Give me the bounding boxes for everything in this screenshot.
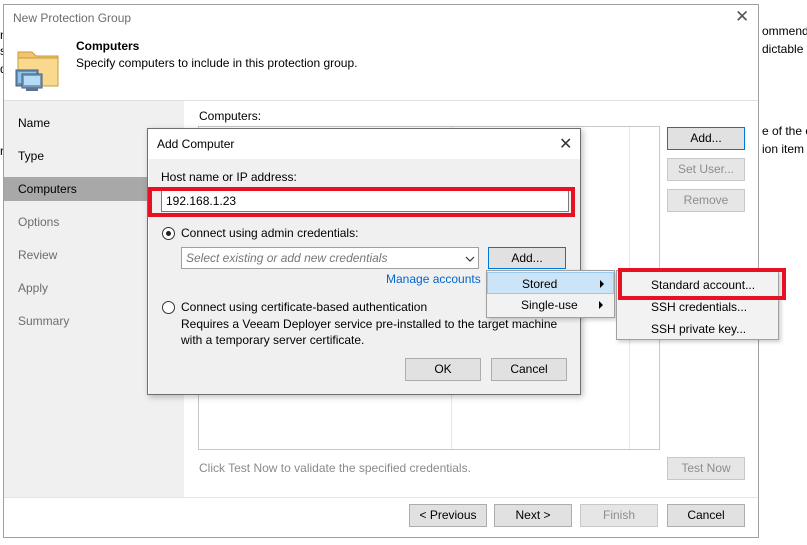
nav-item-options[interactable]: Options: [4, 210, 154, 234]
manage-accounts-link[interactable]: Manage accounts: [386, 272, 481, 286]
host-input[interactable]: 192.168.1.23: [161, 190, 569, 212]
submenu-arrow-icon: [600, 280, 604, 288]
next-button[interactable]: Next >: [494, 504, 572, 527]
nav-item-review[interactable]: Review: [4, 243, 154, 267]
dialog-cancel-button[interactable]: Cancel: [491, 358, 567, 381]
test-now-button[interactable]: Test Now: [667, 457, 745, 480]
standard-account-item[interactable]: Standard account...: [617, 274, 778, 296]
ssh-credentials-item[interactable]: SSH credentials...: [617, 296, 778, 318]
ok-button[interactable]: OK: [405, 358, 481, 381]
chevron-down-icon: [465, 256, 475, 262]
add-computer-button[interactable]: Add...: [667, 127, 745, 150]
admin-credentials-radio[interactable]: [162, 227, 175, 240]
window-title: New Protection Group: [13, 11, 132, 25]
computers-label: Computers:: [199, 109, 262, 123]
bg-text-fragment: ommend: [762, 24, 807, 38]
menu-item-label: Stored: [522, 277, 558, 291]
certificate-description: with a temporary server certificate.: [181, 333, 365, 347]
certificate-auth-label[interactable]: Connect using certificate-based authenti…: [181, 300, 427, 314]
page-subtitle: Specify computers to include in this pro…: [76, 56, 358, 70]
add-credentials-button[interactable]: Add...: [488, 247, 566, 269]
finish-button[interactable]: Finish: [580, 504, 658, 527]
submenu-arrow-icon: [599, 301, 603, 309]
dialog-title: Add Computer: [157, 137, 235, 151]
certificate-auth-radio[interactable]: [162, 301, 175, 314]
computer-folder-icon: [15, 51, 59, 91]
nav-item-apply[interactable]: Apply: [4, 276, 154, 300]
bg-text-fragment: e of the o: [762, 124, 807, 138]
dialog-close-icon[interactable]: ✕: [559, 134, 572, 154]
nav-item-summary[interactable]: Summary: [4, 309, 154, 333]
host-label: Host name or IP address:: [161, 170, 297, 184]
menu-item-stored[interactable]: Stored: [487, 272, 614, 294]
cancel-button[interactable]: Cancel: [667, 504, 745, 527]
menu-item-label: Single-use: [521, 298, 578, 312]
menu-item-single-use[interactable]: Single-use: [487, 294, 614, 316]
test-hint-text: Click Test Now to validate the specified…: [199, 461, 471, 475]
add-computer-dialog: Add Computer ✕ Host name or IP address: …: [147, 128, 581, 395]
bg-text-fragment: dictable t: [762, 42, 807, 56]
add-credentials-menu: Stored Single-use: [486, 270, 615, 318]
set-user-button[interactable]: Set User...: [667, 158, 745, 181]
certificate-description: Requires a Veeam Deployer service pre-in…: [181, 317, 558, 331]
wizard-header: Computers Specify computers to include i…: [4, 32, 758, 100]
page-title: Computers: [76, 39, 140, 53]
close-icon[interactable]: ✕: [735, 7, 749, 27]
nav-item-computers[interactable]: Computers: [4, 177, 154, 201]
stored-credentials-submenu: Standard account... SSH credentials... S…: [616, 270, 779, 340]
nav-item-name[interactable]: Name: [4, 111, 154, 135]
nav-item-type[interactable]: Type: [4, 144, 154, 168]
remove-button[interactable]: Remove: [667, 189, 745, 212]
previous-button[interactable]: < Previous: [409, 504, 487, 527]
bg-text-fragment: ion item: [762, 142, 805, 156]
ssh-private-key-item[interactable]: SSH private key...: [617, 318, 778, 340]
admin-credentials-label[interactable]: Connect using admin credentials:: [181, 226, 358, 240]
credentials-select[interactable]: Select existing or add new credentials: [181, 247, 479, 269]
